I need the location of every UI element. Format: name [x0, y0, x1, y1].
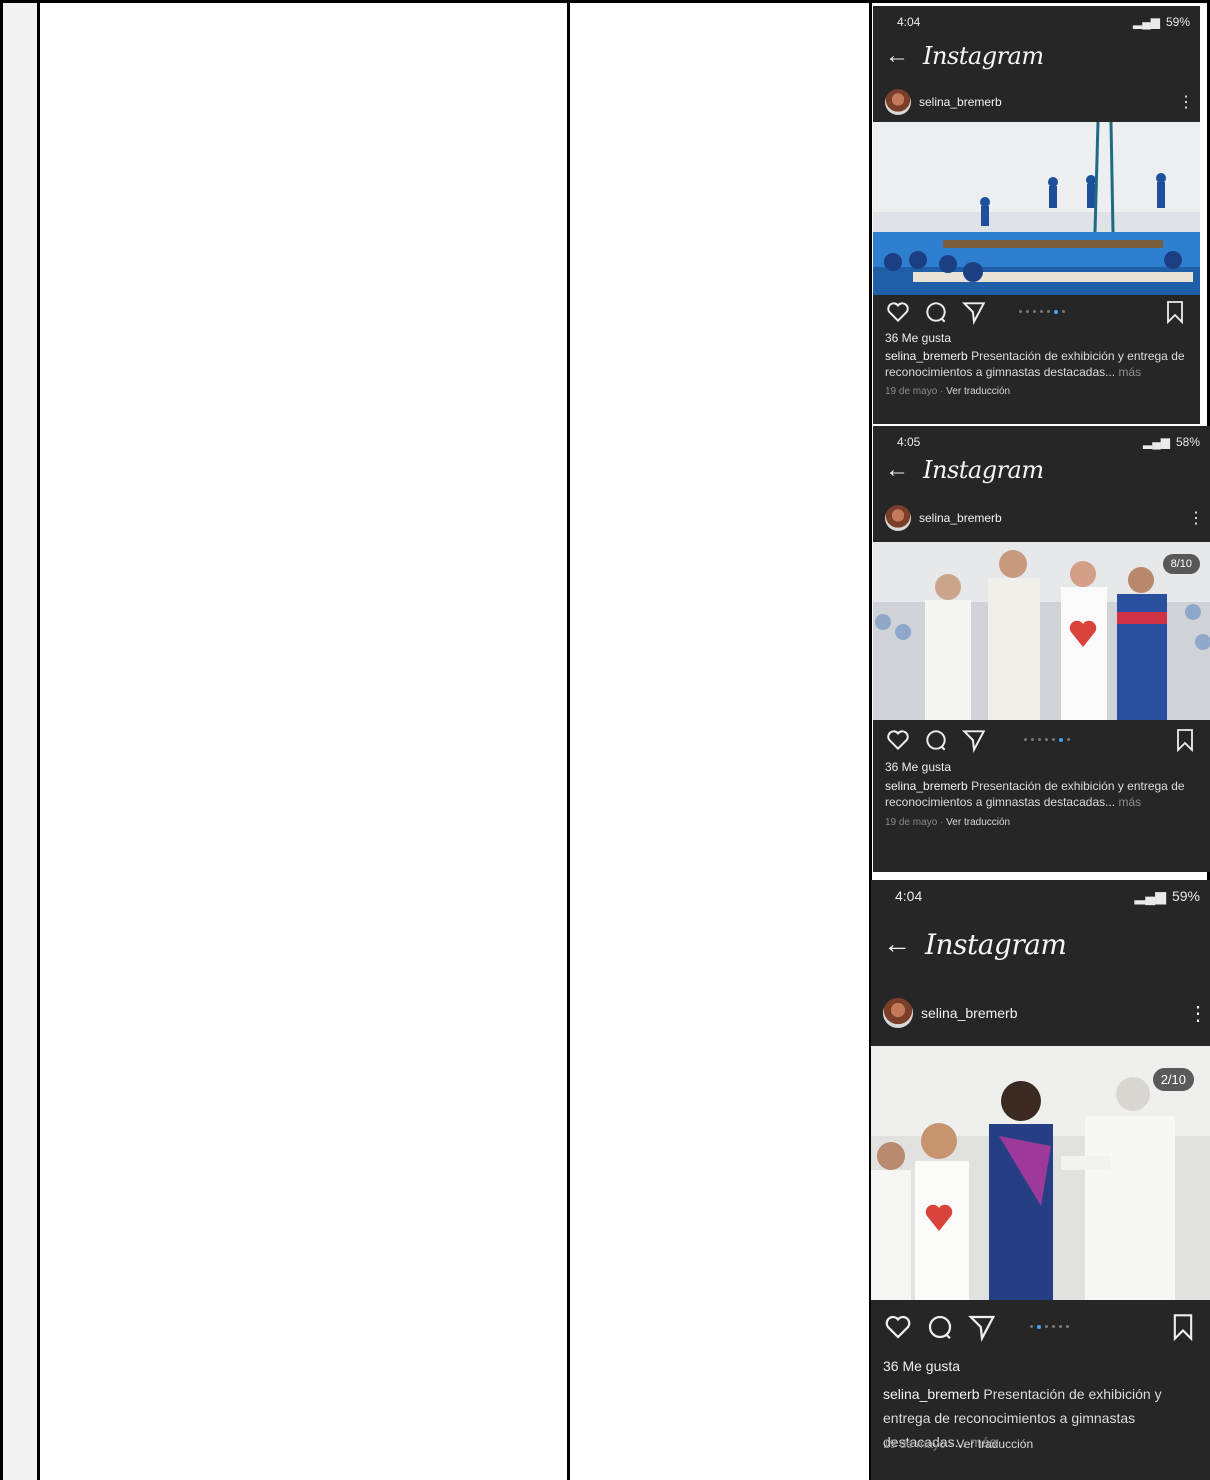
caption-more-link[interactable]: más [1118, 365, 1141, 379]
share-icon[interactable] [967, 1312, 997, 1342]
back-arrow-icon[interactable]: ← [885, 458, 909, 482]
post-photo [873, 122, 1200, 295]
post-meta: 19 de mayo · Ver traducción [885, 817, 1010, 828]
likes-count[interactable]: 36 Me gusta [883, 1358, 960, 1374]
battery-level: 58% [1175, 435, 1200, 449]
post-actions [885, 726, 1196, 754]
post-photo: 2/10 [871, 1046, 1210, 1300]
avatar[interactable] [885, 89, 911, 115]
share-icon[interactable] [961, 299, 987, 325]
translate-link[interactable]: Ver traducción [946, 817, 1010, 828]
group-photo [873, 542, 1210, 720]
post-username[interactable]: selina_bremerb [919, 511, 1188, 525]
post-meta: 19 de mayo · Ver traducción [885, 386, 1010, 397]
table-border-col2 [567, 0, 570, 1480]
translate-link[interactable]: Ver traducción [956, 1437, 1033, 1451]
translate-link[interactable]: Ver traducción [946, 386, 1010, 397]
status-time: 4:05 [897, 435, 921, 449]
comment-icon[interactable] [923, 727, 949, 753]
more-options-icon[interactable]: ⋮ [1188, 508, 1204, 528]
battery-level: 59% [1171, 888, 1200, 904]
caption-username[interactable]: selina_bremerb [885, 779, 968, 793]
app-title: Instagram [923, 456, 1044, 484]
post-actions [885, 298, 1186, 326]
post-username[interactable]: selina_bremerb [919, 95, 1178, 109]
post-header: selina_bremerb ⋮ [883, 996, 1208, 1030]
status-bar: 4:04 ▂▄▆ 59% [897, 14, 1190, 30]
status-time: 4:04 [895, 888, 923, 904]
post-caption: selina_bremerb Presentación de exhibició… [885, 348, 1186, 380]
status-bar: 4:05 ▂▄▆ 58% [897, 434, 1200, 450]
post-caption: selina_bremerb Presentación de exhibició… [885, 778, 1196, 810]
comment-icon[interactable] [923, 299, 949, 325]
table-border-col1 [37, 0, 40, 1480]
app-bar: ← Instagram [883, 924, 1067, 964]
carousel-indicator [1009, 1325, 1170, 1329]
post-actions [883, 1310, 1196, 1344]
app-bar: ← Instagram [885, 36, 1044, 76]
avatar[interactable] [885, 505, 911, 531]
heart-icon[interactable] [885, 299, 911, 325]
avatar[interactable] [883, 998, 913, 1028]
signal-icon: ▂▄▆ [1134, 887, 1166, 904]
post-header: selina_bremerb ⋮ [885, 88, 1194, 116]
bookmark-icon[interactable] [1170, 1313, 1196, 1341]
back-arrow-icon[interactable]: ← [883, 930, 911, 958]
instagram-screenshot-1: 4:04 ▂▄▆ 59% ← Instagram selina_bremerb ⋮ [873, 6, 1200, 424]
caption-username[interactable]: selina_bremerb [883, 1386, 980, 1402]
meta-separator: · [940, 817, 944, 828]
back-arrow-icon[interactable]: ← [885, 44, 909, 68]
status-bar: 4:04 ▂▄▆ 59% [895, 887, 1200, 905]
status-time: 4:04 [897, 15, 921, 29]
likes-count[interactable]: 36 Me gusta [885, 760, 951, 774]
post-date: 19 de mayo [883, 1437, 946, 1451]
comment-icon[interactable] [925, 1312, 955, 1342]
more-options-icon[interactable]: ⋮ [1188, 1001, 1208, 1026]
table-top-border [0, 0, 1210, 3]
heart-icon[interactable] [883, 1312, 913, 1342]
app-title: Instagram [925, 927, 1067, 961]
app-title: Instagram [923, 42, 1044, 70]
carousel-indicator [999, 738, 1174, 742]
battery-level: 59% [1165, 15, 1190, 29]
gymnastics-photo [873, 122, 1200, 295]
caption-more-link[interactable]: más [1118, 795, 1141, 809]
post-date: 19 de mayo [885, 386, 938, 397]
heart-icon[interactable] [885, 727, 911, 753]
post-photo: 8/10 [873, 542, 1210, 720]
likes-count[interactable]: 36 Me gusta [885, 331, 951, 345]
post-date: 19 de mayo [885, 817, 938, 828]
meta-separator: · [940, 386, 944, 397]
post-meta: 19 de mayo · Ver traducción [883, 1437, 1033, 1451]
post-header: selina_bremerb ⋮ [885, 504, 1204, 532]
carousel-indicator [999, 310, 1164, 314]
app-bar: ← Instagram [885, 450, 1044, 490]
table-border-left [0, 0, 3, 1480]
signal-icon: ▂▄▆ [1133, 15, 1160, 29]
share-icon[interactable] [961, 727, 987, 753]
more-options-icon[interactable]: ⋮ [1178, 92, 1194, 112]
signal-icon: ▂▄▆ [1143, 435, 1170, 449]
bookmark-icon[interactable] [1174, 728, 1196, 752]
meta-separator: · [949, 1437, 954, 1451]
caption-username[interactable]: selina_bremerb [885, 349, 968, 363]
carousel-counter: 2/10 [1152, 1068, 1194, 1091]
instagram-screenshot-2: 4:05 ▂▄▆ 58% ← Instagram selina_bremerb ⋮… [873, 426, 1210, 872]
bookmark-icon[interactable] [1164, 300, 1186, 324]
table-cell-index [3, 3, 37, 1480]
carousel-counter: 8/10 [1162, 554, 1200, 574]
instagram-screenshot-3: 4:04 ▂▄▆ 59% ← Instagram selina_bremerb ⋮… [871, 880, 1210, 1480]
post-username[interactable]: selina_bremerb [921, 1005, 1188, 1021]
